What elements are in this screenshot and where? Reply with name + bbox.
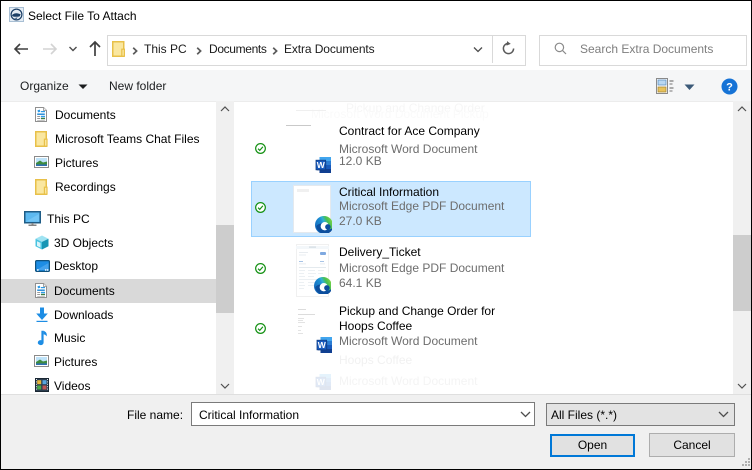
svg-text:?: ?	[726, 82, 733, 94]
